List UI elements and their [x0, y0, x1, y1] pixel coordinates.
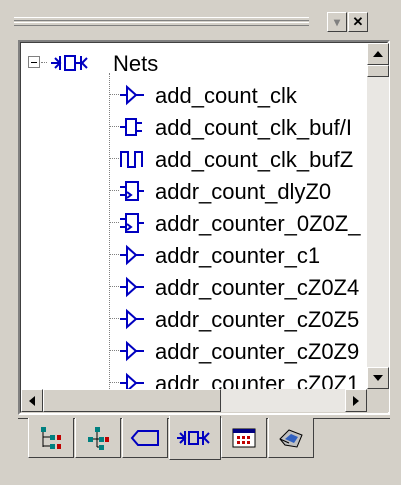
arrow-down-icon: [373, 375, 383, 381]
tree-item-label: add_count_clk_buf/I: [155, 115, 352, 140]
buffer-icon: [120, 308, 144, 330]
tab-instances[interactable]: [122, 418, 168, 458]
hierarchy-icon: [41, 426, 61, 449]
tree-item[interactable]: addr_counter_0Z0Z_: [21, 207, 367, 239]
tree-item[interactable]: addr_counter_cZ0Z4: [21, 271, 367, 303]
tree-item-label: addr_counter_c1: [155, 243, 321, 268]
tree-root-nets[interactable]: Nets: [21, 47, 367, 79]
scroll-down-button[interactable]: [367, 367, 389, 389]
tab-nets[interactable]: [169, 416, 221, 460]
arrow-left-icon: [29, 395, 35, 406]
buffer-icon: [120, 244, 144, 266]
scroll-right-button[interactable]: [345, 389, 367, 412]
scrollbar-corner: [367, 389, 389, 412]
net-icon: [177, 430, 210, 445]
grip-handle[interactable]: [14, 17, 309, 26]
tree-item[interactable]: addr_counter_cZ0Z5: [21, 303, 367, 335]
buffer-icon: [120, 340, 144, 362]
tree-item-label: add_count_clk_bufZ: [155, 147, 354, 172]
buffer-icon: [120, 84, 144, 106]
flipflop-icon: [120, 213, 144, 233]
net-tree[interactable]: Nets add_count_clk add_count_clk_buf/I a…: [21, 43, 367, 389]
net-icon: [51, 55, 88, 71]
panel-titlebar[interactable]: ▾ ✕: [0, 0, 401, 40]
scroll-left-button[interactable]: [21, 389, 43, 412]
tree-item[interactable]: addr_count_dlyZ0: [21, 175, 367, 207]
vertical-scrollbar[interactable]: [367, 43, 389, 389]
buffer-icon: [120, 372, 144, 389]
minimize-button[interactable]: ▾: [327, 12, 347, 32]
tree-item[interactable]: add_count_clk_bufZ: [21, 143, 367, 175]
buffer-icon: [120, 276, 144, 298]
close-button[interactable]: ✕: [348, 12, 368, 32]
tab-probe[interactable]: [268, 418, 314, 458]
scroll-up-button[interactable]: [367, 43, 389, 65]
hierarchy-flat-icon: [88, 426, 109, 450]
net-tree-panel: Nets add_count_clk add_count_clk_buf/I a…: [18, 40, 390, 415]
tree-item[interactable]: addr_counter_cZ0Z1: [21, 367, 367, 389]
tree-item-label: addr_count_dlyZ0: [155, 179, 332, 204]
clock-pulse-icon: [120, 151, 143, 168]
flipflop-icon: [120, 181, 144, 201]
tree-item-label: addr_counter_cZ0Z9: [155, 339, 360, 364]
tree-item[interactable]: addr_counter_cZ0Z9: [21, 335, 367, 367]
horizontal-scrollbar[interactable]: [21, 389, 367, 412]
view-tabs: [18, 416, 390, 468]
collapse-toggle[interactable]: [28, 56, 40, 68]
tree-item-label: add_count_clk: [155, 83, 297, 108]
tree-item[interactable]: add_count_clk_buf/I: [21, 111, 367, 143]
tree-root-label: Nets: [113, 51, 159, 76]
tab-chip-view[interactable]: [221, 418, 267, 458]
tab-hierarchy-flat[interactable]: [75, 418, 121, 458]
tree-item[interactable]: add_count_clk: [21, 79, 367, 111]
probe-icon: [279, 428, 303, 448]
arrow-up-icon: [373, 51, 383, 57]
tree-item-label: addr_counter_cZ0Z4: [155, 275, 360, 300]
chip-view-icon: [232, 428, 256, 447]
close-icon: ✕: [352, 14, 364, 29]
tree-item-label: addr_counter_0Z0Z_: [155, 211, 361, 236]
tree-item-label: addr_counter_cZ0Z1: [155, 371, 360, 389]
instance-icon: [130, 429, 159, 446]
horizontal-scroll-thumb[interactable]: [43, 389, 221, 412]
tree-item[interactable]: addr_counter_c1: [21, 239, 367, 271]
arrow-right-icon: [353, 395, 359, 406]
vertical-scroll-thumb[interactable]: [367, 65, 389, 77]
clock-buffer-icon: [120, 118, 142, 136]
tree-item-label: addr_counter_cZ0Z5: [155, 307, 360, 332]
tab-hierarchy[interactable]: [28, 418, 74, 458]
chevron-down-icon: ▾: [333, 15, 341, 29]
